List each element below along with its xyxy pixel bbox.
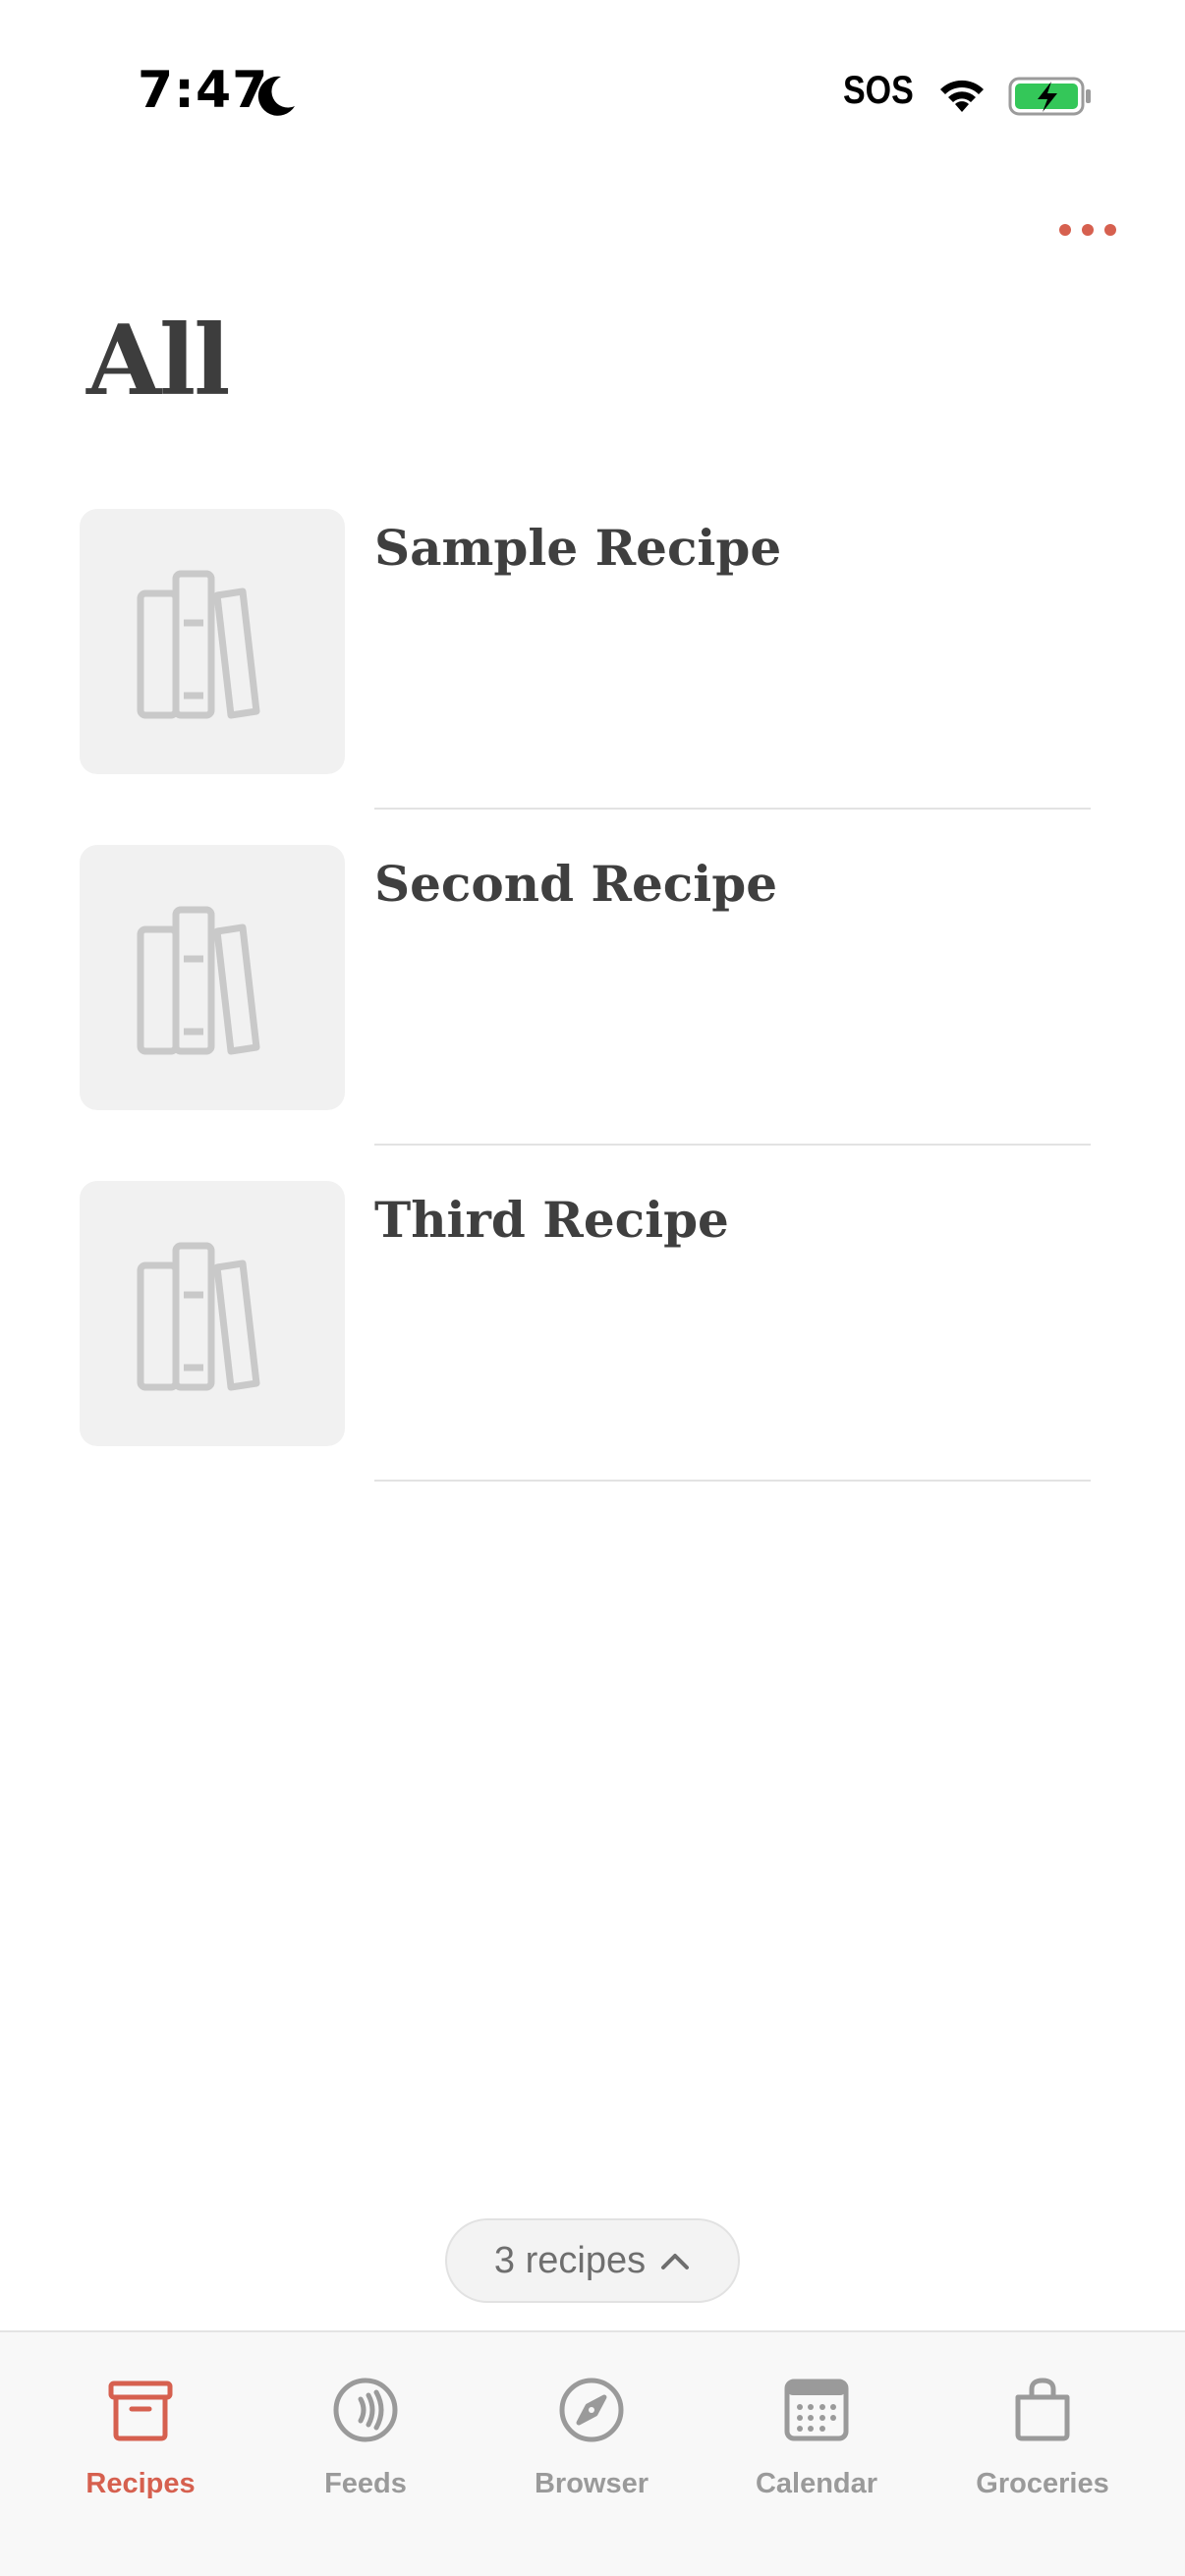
recipe-list-item[interactable]: Second Recipe (0, 845, 1185, 1181)
tab-label: Calendar (755, 2468, 878, 2499)
recipe-thumbnail (80, 509, 345, 774)
recipe-title: Sample Recipe (374, 519, 782, 577)
recipe-thumbnail (80, 845, 345, 1110)
more-options-button[interactable] (1053, 210, 1122, 250)
recipe-count-label: 3 recipes (493, 2239, 647, 2281)
books-placeholder-icon (137, 570, 260, 719)
recipe-title: Third Recipe (374, 1191, 729, 1249)
wifi-icon (940, 80, 984, 112)
tab-groceries[interactable]: Groceries (930, 2332, 1156, 2509)
recipe-list-item[interactable]: Sample Recipe (0, 509, 1185, 845)
battery-charging-icon (1008, 77, 1091, 116)
tab-label: Feeds (324, 2468, 407, 2499)
recipe-thumbnail (80, 1181, 345, 1446)
books-placeholder-icon (137, 1242, 260, 1391)
list-divider (374, 808, 1091, 810)
chevron-up-icon (661, 2254, 690, 2269)
shopping-bag-icon (1015, 2378, 1070, 2441)
recipe-count-button[interactable]: 3 recipes (445, 2218, 740, 2303)
recipe-title: Second Recipe (374, 855, 778, 913)
status-bar: 7:47 SOS (0, 0, 1185, 196)
compass-icon (559, 2378, 624, 2442)
tab-recipes[interactable]: Recipes (28, 2332, 254, 2509)
page-title: All (86, 305, 230, 418)
books-placeholder-icon (137, 906, 260, 1055)
moon-icon (257, 76, 295, 116)
calendar-icon (784, 2379, 849, 2441)
feeds-icon (333, 2378, 398, 2442)
tab-browser[interactable]: Browser (479, 2332, 705, 2509)
list-divider (374, 1480, 1091, 1482)
list-divider (374, 1144, 1091, 1146)
recipe-list-item[interactable]: Third Recipe (0, 1181, 1185, 1517)
archive-box-icon (108, 2380, 173, 2441)
tab-calendar[interactable]: Calendar (704, 2332, 930, 2509)
tab-label: Recipes (85, 2468, 196, 2499)
tab-feeds[interactable]: Feeds (253, 2332, 479, 2509)
tab-bar: Recipes Feeds Browser Calendar Groceries (0, 2330, 1185, 2576)
carrier-sos-label: SOS (843, 69, 914, 112)
tab-label: Groceries (976, 2468, 1109, 2499)
tab-label: Browser (534, 2468, 649, 2499)
status-time: 7:47 (138, 61, 269, 120)
